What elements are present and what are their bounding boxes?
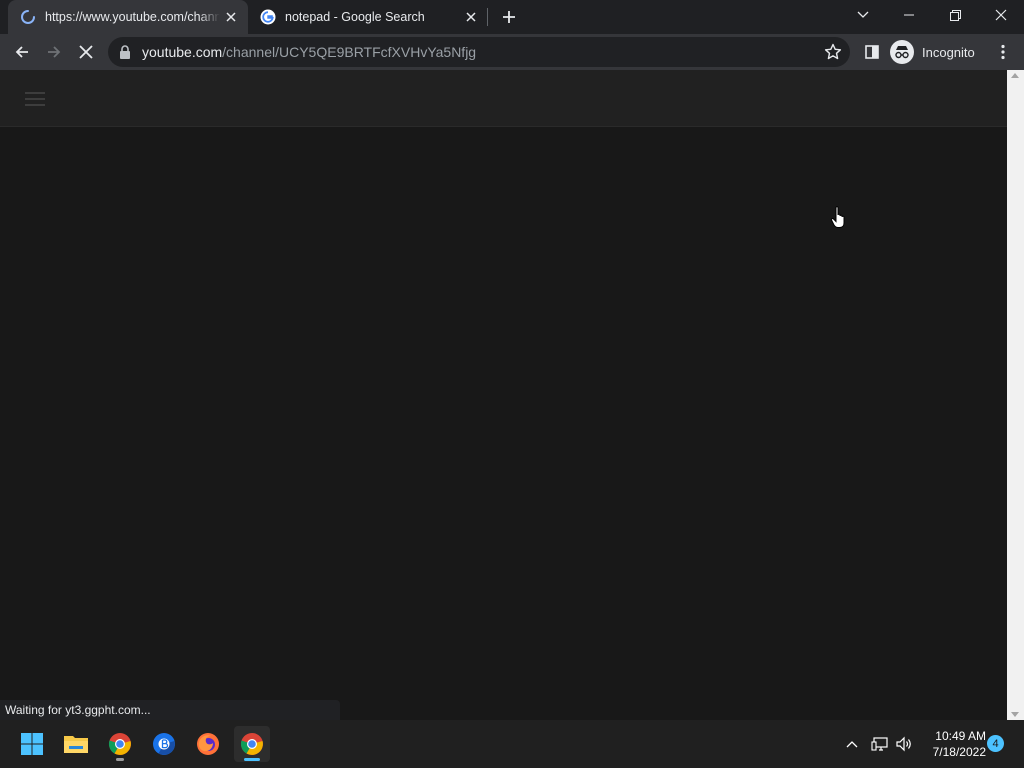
start-button[interactable] (14, 726, 50, 762)
network-icon (871, 737, 888, 751)
active-indicator (244, 758, 260, 761)
plus-icon (503, 11, 515, 23)
back-button[interactable] (7, 37, 37, 67)
forward-button[interactable] (39, 37, 69, 67)
taskbar-chrome-beta[interactable] (146, 726, 182, 762)
stop-x-icon (79, 45, 93, 59)
more-vertical-icon (1001, 44, 1005, 60)
restore-button[interactable] (932, 0, 978, 30)
bookmark-star-icon[interactable] (824, 43, 842, 61)
tab-notepad-search[interactable]: notepad - Google Search (248, 0, 488, 34)
incognito-badge[interactable]: Incognito (890, 39, 975, 65)
tab-title: https://www.youtube.com/channel/UCY5QE9B… (45, 10, 220, 24)
close-tab-icon[interactable] (222, 8, 240, 26)
incognito-label: Incognito (922, 44, 975, 60)
scroll-up-arrow-icon[interactable] (1011, 73, 1019, 78)
notification-count-badge[interactable]: 4 (987, 735, 1004, 752)
show-hidden-icons-button[interactable] (841, 732, 863, 756)
windows-logo-icon (21, 733, 43, 755)
close-tab-icon[interactable] (462, 8, 480, 26)
minimize-button[interactable] (886, 0, 932, 30)
clock-time: 10:49 AM (935, 729, 986, 743)
web-page-viewport (0, 70, 1007, 720)
chevron-up-icon (846, 741, 858, 748)
side-panel-button[interactable] (857, 37, 887, 67)
chrome-icon (240, 733, 263, 755)
close-icon (995, 9, 1007, 21)
address-bar[interactable]: youtube.com/channel/UCY5QE9BRTFcfXVHvYa5… (108, 37, 850, 67)
google-g-icon (260, 9, 276, 25)
url-host: youtube.com (142, 44, 223, 60)
status-bubble: Waiting for yt3.ggpht.com... (0, 700, 340, 720)
youtube-masthead (0, 70, 1007, 127)
running-indicator (116, 758, 124, 761)
chrome-beta-icon (153, 733, 175, 755)
tab-search-button[interactable] (840, 0, 886, 30)
taskbar-firefox[interactable] (190, 726, 226, 762)
chrome-menu-button[interactable] (988, 37, 1018, 67)
chevron-down-icon (857, 11, 869, 18)
tab-separator (487, 8, 488, 26)
status-text: Waiting for yt3.ggpht.com... (5, 703, 151, 717)
taskbar-chrome-incognito-active[interactable] (234, 726, 270, 762)
new-tab-button[interactable] (498, 6, 520, 28)
tab-title: notepad - Google Search (285, 10, 425, 24)
volume-control[interactable] (893, 732, 915, 756)
lock-icon[interactable] (118, 44, 132, 60)
hamburger-menu-icon[interactable] (25, 88, 47, 110)
tab-strip: https://www.youtube.com/channel/UCY5QE9B… (0, 0, 1024, 34)
system-clock[interactable]: 10:49 AM 7/18/2022 (920, 728, 986, 760)
url-path: /channel/UCY5QE9BRTFcfXVHvYa5Nfjg (222, 44, 477, 60)
browser-toolbar: youtube.com/channel/UCY5QE9BRTFcfXVHvYa5… (0, 34, 1024, 70)
chrome-icon (108, 733, 131, 755)
arrow-right-icon (48, 46, 61, 58)
tab-youtube-channel[interactable]: https://www.youtube.com/channel/UCY5QE9B… (8, 0, 248, 34)
stop-loading-button[interactable] (71, 37, 101, 67)
close-window-button[interactable] (978, 0, 1024, 30)
side-panel-icon (865, 45, 879, 59)
clock-date: 7/18/2022 (932, 745, 986, 759)
windows-taskbar: 10:49 AM 7/18/2022 4 (0, 720, 1024, 768)
taskbar-file-explorer[interactable] (58, 726, 94, 762)
url-text[interactable]: youtube.com/channel/UCY5QE9BRTFcfXVHvYa5… (142, 44, 476, 60)
hand-pointer-cursor-icon (830, 206, 845, 228)
arrow-left-icon (15, 46, 28, 58)
firefox-icon (197, 733, 219, 755)
scroll-down-arrow-icon[interactable] (1011, 712, 1019, 717)
restore-icon (949, 9, 961, 21)
folder-icon (64, 736, 88, 753)
network-status[interactable] (869, 732, 891, 756)
incognito-icon (890, 40, 914, 64)
taskbar-chrome[interactable] (102, 726, 138, 762)
minimize-icon (904, 14, 914, 16)
page-scrollbar[interactable] (1007, 70, 1024, 720)
speaker-icon (896, 736, 911, 752)
loading-spinner-icon (20, 9, 36, 25)
screen: https://www.youtube.com/channel/UCY5QE9B… (0, 0, 1024, 768)
